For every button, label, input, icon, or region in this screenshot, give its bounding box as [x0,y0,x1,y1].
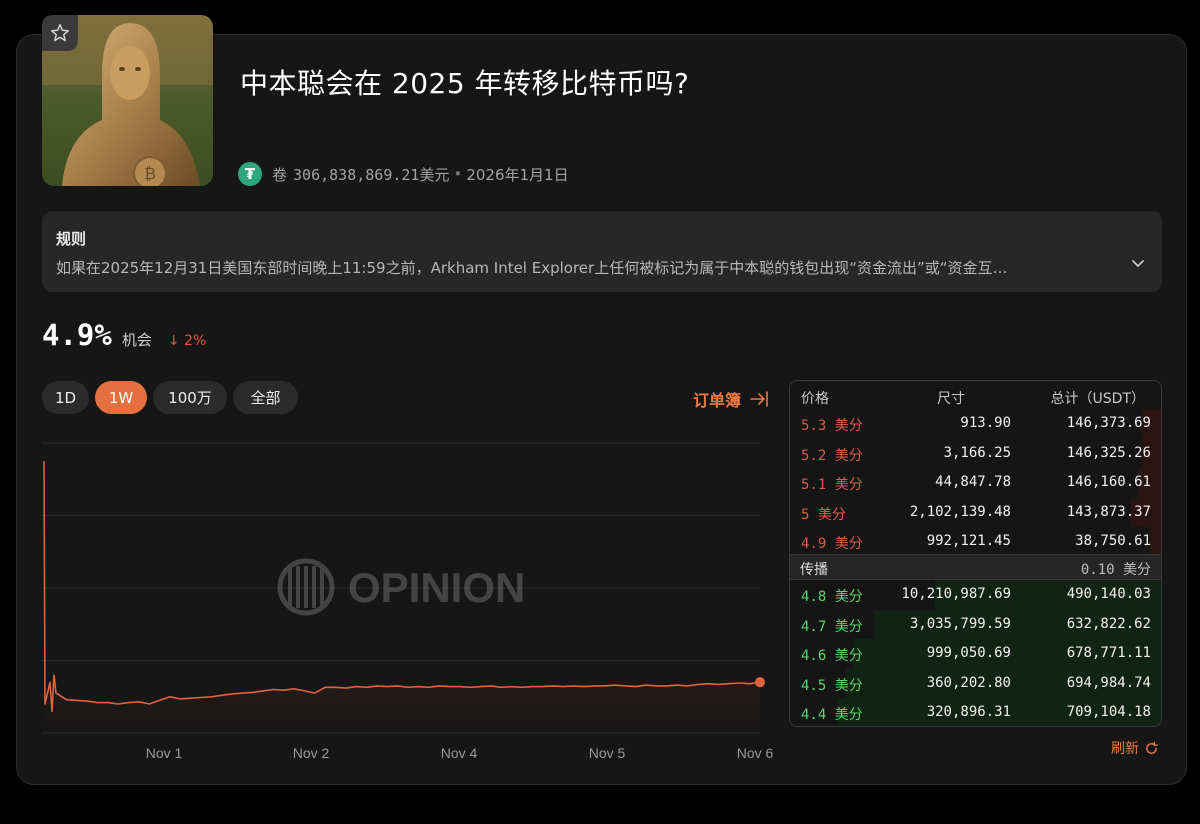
ask-row[interactable]: 5.3 美分 913.90 146,373.69 [790,409,1161,439]
price-chart[interactable]: OPINION Nov 1 Nov 2 Nov 4 Nov 5 Nov 6 [42,428,774,768]
row-size: 320,896.31 [926,704,1011,720]
ask-row[interactable]: 5.2 美分 3,166.25 146,325.26 [790,438,1161,468]
ask-row[interactable]: 4.9 美分 992,121.45 38,750.61 [790,527,1161,557]
row-size: 913.90 [960,415,1011,431]
volume-label: 卷 [272,165,288,184]
row-price: 5.2 美分 [801,447,863,464]
row-size: 360,202.80 [926,674,1011,691]
orderbook-header-size: 尺寸 [937,391,965,407]
bid-row[interactable]: 4.8 美分 10,210,987.69 490,140.03 [790,580,1161,610]
bid-row[interactable]: 4.4 美分 320,896.31 709,104.18 [790,698,1161,726]
depth-bar [1149,527,1161,557]
x-tick-label: Nov 6 [737,745,774,761]
row-size: 999,050.69 [926,645,1011,661]
refresh-button[interactable]: 刷新 [1111,738,1159,758]
row-size: 3,166.25 [943,444,1011,461]
timeframe-tabs: 1D 1W 100万 全部 [42,381,298,414]
refresh-icon [1146,741,1158,754]
ask-row[interactable]: 5 美分 2,102,139.48 143,873.37 [790,497,1161,527]
row-size: 2,102,139.48 [909,503,1011,520]
star-icon [51,24,69,42]
tab-1w[interactable]: 1W [95,381,147,414]
row-size: 10,210,987.69 [901,586,1011,602]
orderbook-header-price: 价格 [801,391,829,407]
orderbook-panel: 价格 尺寸 总计（USDT） 5.3 美分 913.90 146,373.69 5.2… [789,380,1162,727]
row-total: 632,822.62 [1066,615,1151,632]
meta-separator: • [453,165,463,183]
row-price: 4.9 美分 [801,536,863,552]
x-tick-label: Nov 4 [441,745,478,761]
orderbook-header-total: 总计（USDT） [1050,391,1145,407]
row-total: 678,771.11 [1066,645,1151,661]
row-total: 490,140.03 [1066,586,1151,602]
tab-1m[interactable]: 100万 [153,381,227,414]
x-tick-label: Nov 2 [293,745,330,761]
rules-title: 规则 [56,230,87,248]
row-price: 5.1 美分 [801,477,863,493]
orderbook-spread: 传播 0.10 美分 [790,554,1161,580]
bid-row[interactable]: 4.7 美分 3,035,799.59 632,822.62 [790,609,1161,639]
bid-row[interactable]: 4.5 美分 360,202.80 694,984.74 [790,668,1161,698]
opinion-logo-watermark: OPINION [277,558,525,616]
favorite-star-button[interactable] [42,15,78,51]
spread-label: 传播 [800,562,828,578]
tab-1d[interactable]: 1D [42,381,89,414]
probability-change: ↓ 2% [167,333,207,349]
row-price: 4.5 美分 [801,677,863,694]
row-size: 3,035,799.59 [909,615,1011,632]
row-total: 143,873.37 [1066,503,1151,520]
row-total: 694,984.74 [1066,674,1151,691]
last-point-marker [755,677,765,688]
row-price: 5.3 美分 [801,418,863,434]
end-date: 2026年1月1日 [466,165,569,184]
watermark-text: OPINION [348,564,525,611]
refresh-label: 刷新 [1111,741,1139,757]
arrow-right-bar-icon [750,391,768,407]
probability-value: 4.9% [42,318,112,352]
row-price: 4.6 美分 [801,648,863,664]
row-price: 4.4 美分 [801,707,863,723]
x-tick-label: Nov 5 [589,745,626,761]
volume-value: 306,838,869.21美元 [293,165,450,184]
rules-text: 如果在2025年12月31日美国东部时间晚上11:59之前，Arkham Int… [56,259,1008,277]
spread-value: 0.10 美分 [1080,562,1151,578]
orderbook-link-label: 订单簿 [693,391,742,410]
row-size: 44,847.78 [935,474,1011,490]
market-meta: ₮ 卷 306,838,869.21美元 • 2026年1月1日 [238,162,569,186]
row-total: 38,750.61 [1075,533,1151,549]
row-price: 4.8 美分 [801,589,863,605]
chevron-down-icon[interactable] [1130,255,1146,271]
bid-row[interactable]: 4.6 美分 999,050.69 678,771.11 [790,639,1161,669]
row-total: 146,160.61 [1066,474,1151,490]
row-price: 5 美分 [801,506,846,523]
row-price: 4.7 美分 [801,618,863,635]
probability-summary: 4.9% 机会 ↓ 2% [42,318,206,352]
tab-all[interactable]: 全部 [233,381,298,414]
probability-label: 机会 [121,331,152,349]
svg-text:₿: ₿ [144,164,156,183]
row-total: 709,104.18 [1066,704,1151,720]
row-size: 992,121.45 [926,533,1011,549]
orderbook-header: 价格 尺寸 总计（USDT） [790,381,1161,411]
x-tick-label: Nov 1 [146,745,183,761]
tether-icon: ₮ [238,162,262,186]
row-total: 146,325.26 [1066,444,1151,461]
rules-panel[interactable]: 规则 如果在2025年12月31日美国东部时间晚上11:59之前，Arkham … [42,211,1162,292]
orderbook-link[interactable]: 订单簿 [693,387,769,411]
ask-row[interactable]: 5.1 美分 44,847.78 146,160.61 [790,468,1161,498]
market-title: 中本聪会在 2025 年转移比特币吗? [240,67,690,100]
row-total: 146,373.69 [1066,415,1151,431]
